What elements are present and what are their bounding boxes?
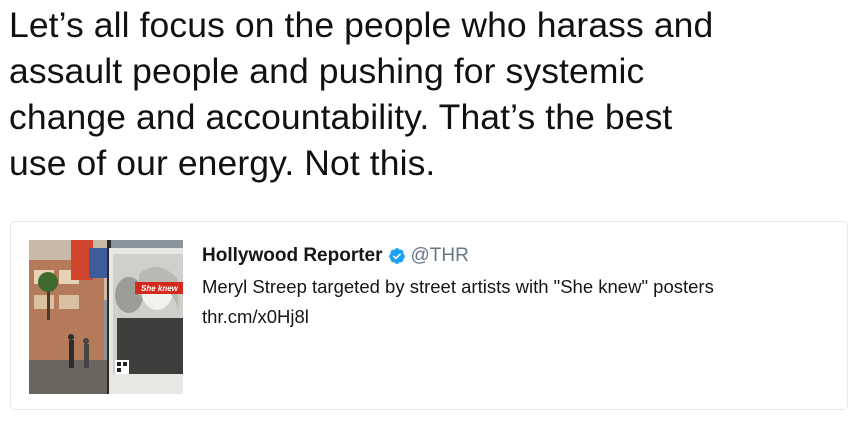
quoted-tweet-card[interactable]: She knew Hollywood Reporter @THR Meryl S… <box>10 221 848 410</box>
account-name[interactable]: Hollywood Reporter <box>202 245 383 267</box>
quoted-tweet-link[interactable]: thr.cm/x0Hj8l <box>202 305 832 329</box>
street-poster-photo: She knew <box>29 240 183 394</box>
verified-badge-icon <box>388 247 406 265</box>
quoted-tweet-content: Hollywood Reporter @THR Meryl Streep tar… <box>202 242 832 329</box>
quoted-tweet-thumbnail[interactable]: She knew <box>29 240 183 394</box>
tweet-text: Let’s all focus on the people who harass… <box>9 5 714 183</box>
poster-banner-text: She knew <box>141 284 179 293</box>
quoted-tweet-headline: Meryl Streep targeted by street artists … <box>202 276 714 297</box>
account-handle[interactable]: @THR <box>411 245 469 267</box>
quoted-tweet-header: Hollywood Reporter @THR <box>202 242 832 270</box>
